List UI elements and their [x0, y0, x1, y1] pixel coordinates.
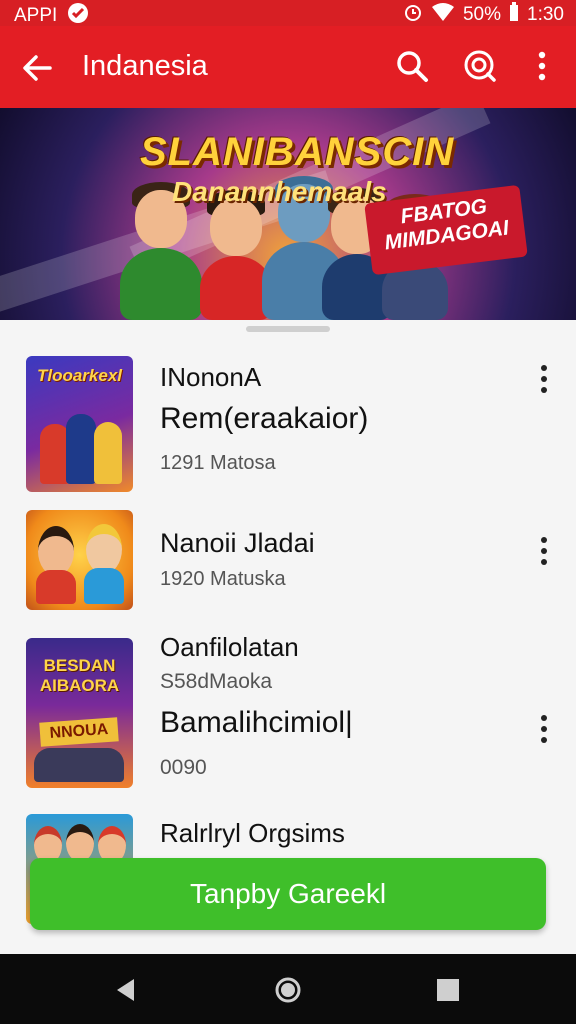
wifi-icon: [431, 2, 455, 28]
battery-icon: [509, 2, 519, 28]
more-vert-icon: [541, 537, 547, 565]
back-button[interactable]: [18, 48, 58, 88]
search-button[interactable]: [392, 46, 432, 86]
target-search-icon: [464, 50, 496, 82]
item-menu-button[interactable]: [532, 362, 556, 398]
drag-handle[interactable]: [246, 326, 330, 332]
search-icon: [397, 51, 428, 82]
item-menu-button[interactable]: [532, 712, 556, 748]
banner-hero: [120, 182, 202, 320]
item-title: Nanoii Jladai: [160, 528, 315, 558]
banner-title: SLANIBANSCIN: [140, 130, 455, 174]
nav-home-button[interactable]: [274, 976, 302, 1004]
item-meta: 1920 Matuska: [160, 568, 286, 590]
item-menu-button[interactable]: [532, 534, 556, 570]
overflow-menu-button[interactable]: [522, 46, 562, 86]
game-thumbnail: Tlooarkexl: [26, 356, 133, 492]
battery-text: 50%: [462, 4, 502, 25]
item-meta: 1291 Matosa: [160, 452, 276, 474]
alarm-icon: [403, 2, 423, 28]
item-title: INononA: [160, 362, 262, 392]
item-title: Oanfilolatan: [160, 632, 299, 662]
game-thumbnail: BESDAN AIBAORA NNOUA: [26, 638, 133, 788]
banner-subtitle: Danannhemaals: [172, 176, 387, 207]
clock: 1:30: [527, 4, 564, 25]
nav-recents-button[interactable]: [434, 976, 462, 1004]
nav-back-button[interactable]: [112, 976, 140, 1004]
item-meta: 0090: [160, 756, 207, 779]
system-nav-bar: [0, 954, 576, 1024]
triangle-back-icon: [117, 979, 134, 1001]
item-title: Ralrlryl Orgsims: [160, 818, 345, 848]
more-vert-icon: [541, 715, 547, 743]
target-search-button[interactable]: [460, 46, 500, 86]
status-bar: APPI 50% 1:30: [0, 0, 576, 26]
more-vert-icon: [541, 365, 547, 393]
carrier-label: APPI: [14, 5, 58, 26]
primary-action-button[interactable]: Tanpby Gareekl: [30, 858, 546, 930]
home-circle-icon: [275, 977, 301, 1003]
page-title: Indanesia: [82, 50, 208, 82]
promo-banner[interactable]: SLANIBANSCIN Danannhemaals FBATOG MIMDAG…: [0, 108, 576, 320]
app-bar: Indanesia: [0, 26, 576, 108]
square-recents-icon: [437, 979, 459, 1001]
arrow-back-icon: [23, 55, 52, 81]
item-subtitle: Bamalihcimiol|: [160, 706, 353, 739]
item-meta: S58dMaoka: [160, 670, 273, 693]
more-vert-icon: [538, 51, 546, 81]
game-thumbnail: [26, 510, 133, 610]
banner-tag: FBATOG MIMDAGOAI: [364, 184, 528, 276]
item-subtitle: Rem(eraakaior): [160, 402, 369, 435]
